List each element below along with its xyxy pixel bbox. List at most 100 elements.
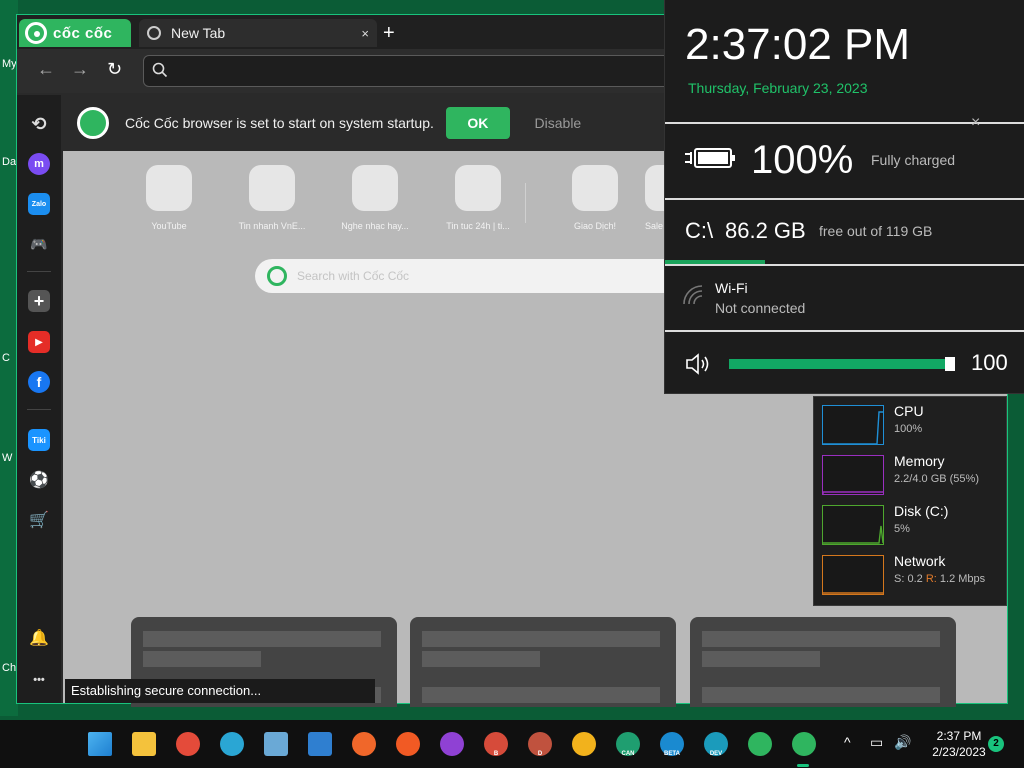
edge-canary-icon[interactable]: CAN	[616, 732, 640, 757]
tab-new-tab[interactable]: New Tab ×	[139, 19, 377, 47]
edge-beta-icon[interactable]: BETA	[660, 732, 684, 757]
media-icon[interactable]	[308, 732, 332, 756]
desktop-label-3[interactable]: C	[2, 352, 10, 364]
tray-overflow-icon[interactable]: ^	[844, 734, 851, 750]
card-skeleton-line	[422, 631, 660, 647]
performance-widget: CPU 100% Memory 2.2/4.0 GB (55%) Disk (C…	[813, 396, 1007, 606]
chrome-beta-icon[interactable]: B	[484, 732, 508, 757]
speed-dial-tile[interactable]: Tin tuc 24h | ti...	[428, 165, 528, 231]
windows-start-icon[interactable]	[88, 732, 112, 756]
firefox-icon[interactable]	[352, 732, 376, 756]
desktop-label-4[interactable]: W	[2, 452, 12, 464]
speed-dial-tile[interactable]: Giao Dịch!	[545, 165, 645, 231]
perf-value: 2.2/4.0 GB (55%)	[894, 473, 979, 485]
facebook-icon[interactable]: f	[28, 371, 50, 393]
clock-time: 2:37:02 PM	[685, 20, 911, 69]
volume-value: 100	[971, 350, 1008, 375]
app-badge-label: D	[537, 751, 543, 757]
ok-button[interactable]: OK	[445, 107, 510, 139]
flyout-divider	[665, 198, 1024, 200]
card-skeleton-line	[702, 651, 820, 667]
coccoc-alt-icon[interactable]	[748, 732, 772, 756]
tile-label: Nghe nhạc hay...	[341, 221, 409, 231]
drive-capacity-label: free out of 119 GB	[819, 223, 933, 239]
messenger-icon[interactable]: m	[28, 153, 50, 175]
perf-name: CPU	[894, 403, 924, 419]
chrome-icon[interactable]	[176, 732, 200, 756]
chrome-canary-icon[interactable]	[572, 732, 596, 756]
more-icon[interactable]: •••	[28, 669, 50, 691]
card-skeleton-line	[143, 631, 381, 647]
coccoc-menu-button[interactable]: cốc cốc	[19, 19, 131, 47]
taskbar-clock[interactable]: 2:37 PM 2/23/2023	[928, 728, 990, 760]
volume-slider[interactable]	[729, 357, 955, 371]
coccoc-search-logo-icon	[267, 266, 287, 286]
new-tab-button[interactable]: +	[383, 23, 395, 43]
wifi-icon	[683, 285, 703, 305]
perf-name: Memory	[894, 453, 945, 469]
forward-button[interactable]: →	[71, 59, 89, 80]
volume-thumb[interactable]	[945, 357, 955, 371]
card-skeleton-line	[143, 651, 261, 667]
flyout-close-button[interactable]: ×	[971, 114, 980, 132]
brand-label: cốc cốc	[53, 24, 113, 42]
game-icon[interactable]: 🎮	[28, 233, 50, 255]
perf-cpu-row[interactable]: CPU 100%	[822, 403, 1002, 447]
tiki-icon[interactable]: Tiki	[28, 429, 50, 451]
card-skeleton-line	[422, 687, 660, 703]
app-badge-label: B	[493, 751, 499, 757]
drive-letter: C:\	[685, 218, 714, 243]
perf-network-row[interactable]: Network S: 0.2 R: 1.2 Mbps	[822, 553, 1002, 597]
speaker-icon[interactable]	[685, 352, 715, 376]
drive-free-space: 86.2 GB	[725, 218, 806, 243]
perf-disk-row[interactable]: Disk (C:) 5%	[822, 503, 1002, 547]
history-icon[interactable]: ⟲	[28, 113, 50, 135]
edge-icon[interactable]	[220, 732, 244, 756]
coccoc-search-box[interactable]: Search with Cốc Cốc	[255, 259, 735, 293]
tab-close-button[interactable]: ×	[361, 26, 369, 41]
speed-dial-tile[interactable]: Nghe nhạc hay...	[325, 165, 425, 231]
wifi-name: Wi-Fi	[715, 280, 748, 296]
flyout-divider	[665, 330, 1024, 332]
battery-status: Fully charged	[871, 152, 956, 168]
file-explorer-icon[interactable]	[132, 732, 156, 756]
taskbar-time: 2:37 PM	[936, 729, 982, 743]
speed-dial-tile[interactable]: Tin nhanh VnE...	[222, 165, 322, 231]
volume-tray-icon[interactable]: 🔊	[894, 734, 911, 751]
tab-favicon-icon	[147, 26, 161, 40]
tile-thumbnail	[146, 165, 192, 211]
tile-label: Tin tuc 24h | ti...	[446, 221, 510, 231]
tile-thumbnail	[572, 165, 618, 211]
notification-count-badge[interactable]: 2	[988, 736, 1004, 752]
chrome-dev-icon[interactable]: D	[528, 732, 552, 757]
disable-button[interactable]: Disable	[520, 107, 596, 139]
wifi-status: Not connected	[715, 300, 806, 316]
reload-button[interactable]: ↻	[107, 59, 122, 80]
back-button[interactable]: ←	[37, 59, 55, 80]
game-bar-icon[interactable]	[440, 732, 464, 756]
tile-label: YouTube	[151, 221, 187, 231]
add-sidebar-app-button[interactable]: +	[28, 290, 50, 312]
coccoc-logo-icon	[77, 107, 109, 139]
desktop-label-2[interactable]: Da	[2, 156, 16, 168]
bell-icon[interactable]: 🔔	[28, 627, 50, 649]
brave-icon[interactable]	[396, 732, 420, 756]
youtube-icon[interactable]: ▶	[28, 331, 50, 353]
shopping-icon[interactable]: 🛒	[28, 509, 50, 531]
taskbar-date: 2/23/2023	[932, 745, 986, 759]
system-info-flyout: 2:37:02 PM Thursday, February 23, 2023 ×…	[664, 0, 1024, 394]
edge-dev-icon[interactable]: DEV	[704, 732, 728, 757]
football-icon[interactable]: ⚽	[28, 469, 50, 491]
card-skeleton-line	[702, 631, 940, 647]
desktop-label-1[interactable]: My	[2, 58, 17, 70]
zalo-icon[interactable]: Zalo	[28, 193, 50, 215]
desktop-label-5[interactable]: Ch	[2, 662, 16, 674]
perf-graph-line	[823, 592, 883, 594]
perf-name: Disk (C:)	[894, 503, 949, 519]
battery-percent: 100%	[751, 138, 854, 182]
speed-dial-tile[interactable]: YouTube	[119, 165, 219, 231]
perf-memory-row[interactable]: Memory 2.2/4.0 GB (55%)	[822, 453, 1002, 497]
coccoc-icon[interactable]	[792, 732, 816, 756]
photos-icon[interactable]	[264, 732, 288, 756]
network-tray-icon[interactable]: ▭	[870, 734, 883, 751]
